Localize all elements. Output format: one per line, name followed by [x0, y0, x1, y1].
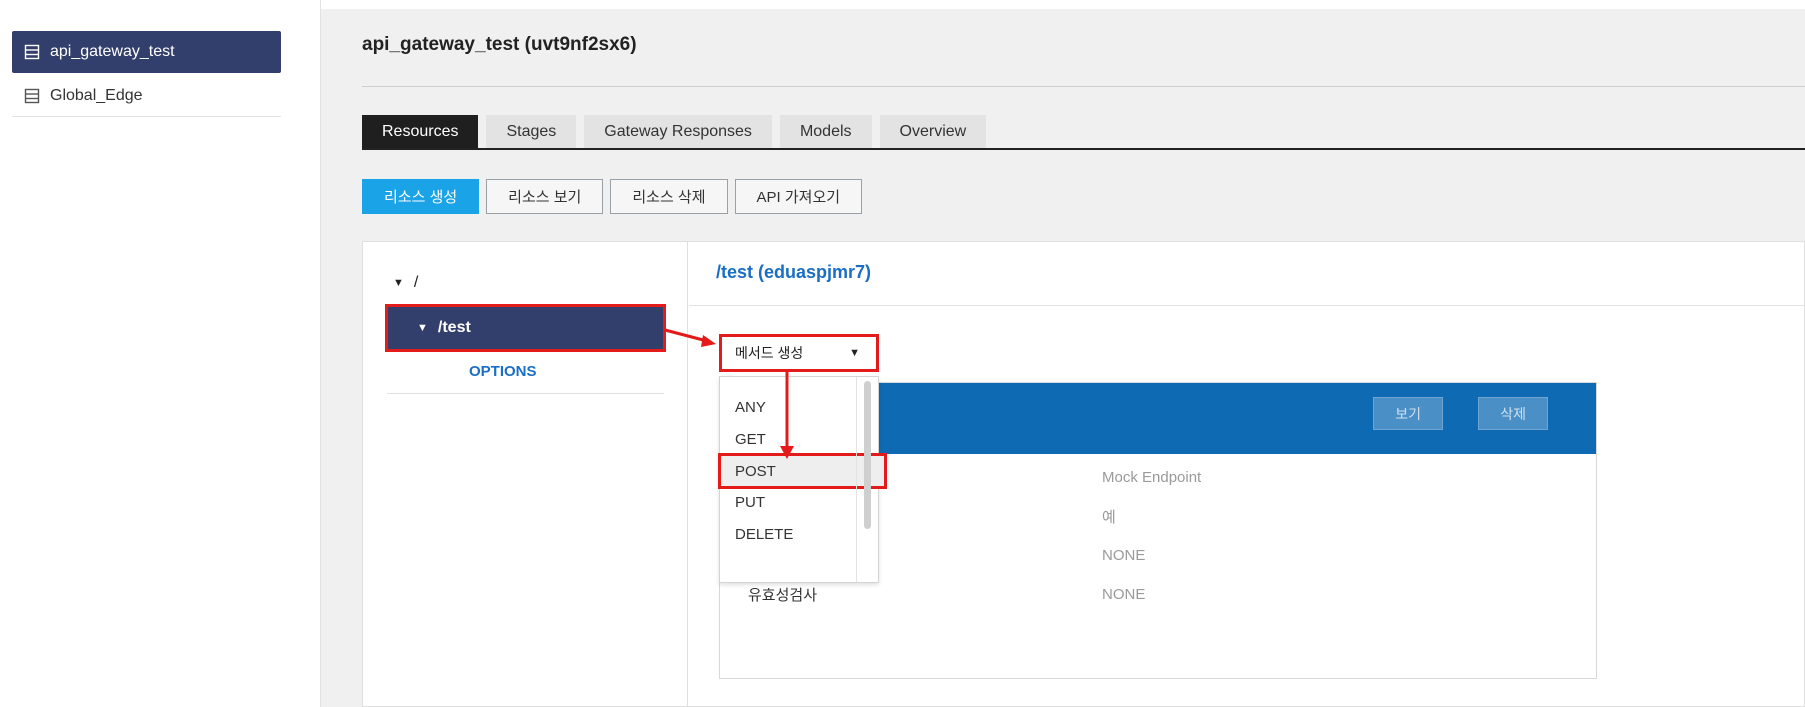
dropdown-option-get[interactable]: GET: [720, 423, 858, 455]
sidebar-item-api-gateway-test[interactable]: api_gateway_test: [12, 31, 281, 73]
view-method-button[interactable]: 보기: [1373, 397, 1443, 430]
delete-method-button[interactable]: 삭제: [1478, 397, 1548, 430]
create-method-select[interactable]: 메서드 생성 ▼: [719, 334, 879, 372]
view-resource-button[interactable]: 리소스 보기: [486, 179, 604, 214]
resources-panel: ▼ / ▼ /test OPTIONS /test (eduaspjmr7) S…: [362, 241, 1805, 707]
tree-root-node[interactable]: ▼ /: [393, 274, 418, 292]
dropdown-option-delete[interactable]: DELETE: [720, 518, 858, 550]
main-content: api_gateway_test (uvt9nf2sx6) Resources …: [321, 9, 1805, 707]
card-row-value: Mock Endpoint: [1102, 468, 1202, 486]
sidebar-item-label: Global_Edge: [50, 86, 143, 104]
resource-detail: /test (eduaspjmr7) S 보기 삭제 Mock Endpoint…: [689, 242, 1804, 706]
import-api-button[interactable]: API 가져오기: [734, 179, 863, 214]
tab-resources[interactable]: Resources: [362, 115, 479, 148]
sidebar: api_gateway_test Global_Edge: [0, 0, 321, 707]
resource-tree: ▼ / ▼ /test OPTIONS: [363, 242, 688, 706]
page-title: api_gateway_test (uvt9nf2sx6): [362, 34, 637, 55]
dropdown-scrollbar[interactable]: [856, 377, 878, 582]
create-method-select-value: 메서드 생성: [735, 345, 804, 361]
method-dropdown: ANY GET POST PUT DELETE: [718, 376, 887, 583]
resource-divider: [689, 305, 1804, 306]
sidebar-item-label: api_gateway_test: [50, 43, 175, 60]
caret-down-icon: ▼: [393, 277, 404, 289]
card-row-value: 예: [1102, 508, 1116, 526]
caret-down-icon: ▼: [417, 322, 428, 334]
dropdown-option-any[interactable]: ANY: [720, 391, 858, 423]
tab-gateway-responses[interactable]: Gateway Responses: [584, 115, 772, 148]
create-resource-button[interactable]: 리소스 생성: [362, 179, 480, 214]
resource-title: /test (eduaspjmr7): [716, 262, 872, 282]
top-strip: [321, 0, 1805, 9]
tree-root-label: /: [413, 274, 419, 291]
tab-stages[interactable]: Stages: [486, 115, 577, 148]
dropdown-option-put[interactable]: PUT: [720, 486, 858, 518]
card-row-value: NONE: [1102, 585, 1146, 603]
tab-overview[interactable]: Overview: [879, 115, 987, 148]
delete-resource-button[interactable]: 리소스 삭제: [610, 179, 728, 214]
tab-bar: Resources Stages Gateway Responses Model…: [362, 115, 1805, 150]
card-row-key: 유효성검사: [748, 586, 818, 604]
sidebar-item-global-edge[interactable]: Global_Edge: [12, 75, 281, 117]
dropdown-scroll-thumb[interactable]: [864, 381, 871, 529]
caret-down-icon: ▼: [849, 347, 860, 359]
tab-models[interactable]: Models: [779, 115, 872, 148]
tree-node-label: /test: [437, 319, 471, 336]
database-icon: [24, 88, 40, 103]
database-icon: [24, 44, 40, 60]
card-row-value: NONE: [1102, 546, 1146, 564]
card-row: 유효성검사 NONE: [720, 582, 1596, 606]
tree-method-options[interactable]: OPTIONS: [387, 350, 664, 394]
resource-actions: 리소스 생성 리소스 보기 리소스 삭제 API 가져오기: [362, 179, 869, 214]
tree-node-test[interactable]: ▼ /test: [385, 304, 666, 352]
title-divider: [362, 86, 1805, 87]
